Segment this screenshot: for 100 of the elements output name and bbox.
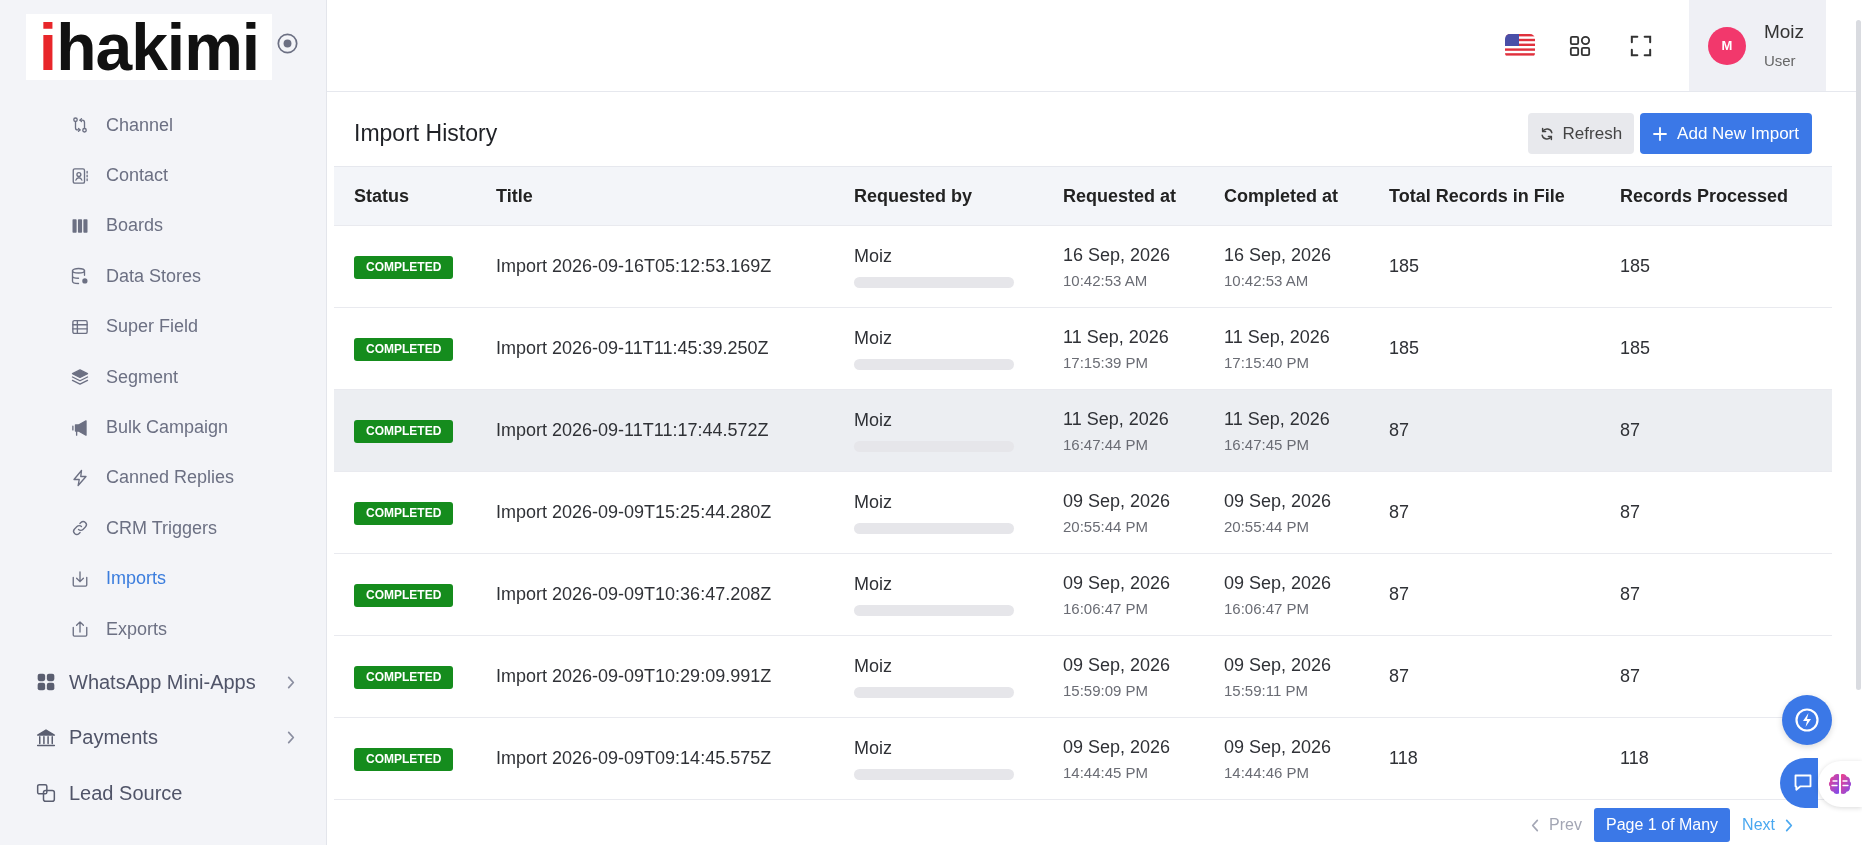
table-cell-text: 87 bbox=[1619, 502, 1641, 523]
grid-icon[interactable] bbox=[1568, 34, 1591, 57]
table-cell-text: 87 bbox=[1619, 420, 1641, 441]
table-cell-text: 87 bbox=[1388, 666, 1410, 687]
date-text: 11 Sep, 2026 bbox=[1063, 407, 1169, 430]
sidebar-item[interactable]: Exports bbox=[0, 603, 326, 655]
sidebar-item[interactable]: Contact bbox=[0, 150, 326, 201]
table-cell-text: Import 2026-09-09T10:29:09.991Z bbox=[495, 666, 772, 687]
sidebar-item[interactable]: WhatsApp Mini-Apps bbox=[0, 654, 326, 710]
assistant-tab[interactable] bbox=[1818, 761, 1862, 807]
table-cell-text: 87 bbox=[1388, 584, 1410, 605]
column-header: Completed at bbox=[1223, 185, 1339, 207]
upload-icon bbox=[71, 620, 89, 639]
table-cell-text: 118 bbox=[1619, 748, 1649, 769]
time-text: 10:42:53 AM bbox=[1063, 271, 1148, 290]
table-cell-text: 185 bbox=[1388, 338, 1420, 359]
download-icon bbox=[71, 569, 89, 588]
sidebar-item[interactable]: Canned Replies bbox=[0, 452, 326, 504]
column-header: Status bbox=[353, 185, 410, 207]
table-cell-text: Import 2026-09-09T15:25:44.280Z bbox=[495, 502, 772, 523]
sidebar-item[interactable]: Super Field bbox=[0, 301, 326, 352]
megaphone-icon bbox=[71, 418, 89, 437]
apps-grid-icon bbox=[36, 672, 56, 693]
column-header: Total Records in File bbox=[1388, 185, 1566, 207]
requester-name: Moiz bbox=[854, 245, 892, 267]
add-import-button[interactable]: Add New Import bbox=[1640, 113, 1812, 154]
date-text: 09 Sep, 2026 bbox=[1224, 571, 1332, 594]
table-cell-text: 185 bbox=[1619, 256, 1651, 277]
date-text: 09 Sep, 2026 bbox=[1063, 735, 1171, 758]
table-cell-text: Import 2026-09-09T09:14:45.575Z bbox=[495, 748, 772, 769]
sidebar-item[interactable]: Data Stores bbox=[0, 251, 326, 302]
time-text: 14:44:45 PM bbox=[1063, 763, 1149, 782]
logo[interactable]: ihakimi bbox=[26, 14, 272, 80]
time-text: 16:47:45 PM bbox=[1224, 435, 1310, 454]
sidebar-item[interactable]: Imports bbox=[0, 553, 326, 604]
column-header: Requested at bbox=[1062, 185, 1178, 207]
page-title: Import History bbox=[354, 120, 498, 147]
link-icon bbox=[71, 519, 89, 538]
requester-name: Moiz bbox=[854, 409, 892, 431]
requester-name: Moiz bbox=[854, 491, 892, 513]
user-menu[interactable]: M Moiz User bbox=[1688, 0, 1826, 91]
chat-icon bbox=[1793, 773, 1813, 793]
flag-icon[interactable] bbox=[1504, 33, 1535, 58]
table-cell-text: 87 bbox=[1619, 584, 1641, 605]
sidebar-item[interactable]: Payments bbox=[0, 709, 326, 766]
columns-icon bbox=[71, 216, 89, 235]
bank-icon bbox=[36, 727, 56, 748]
next-link[interactable]: Next bbox=[1742, 816, 1775, 834]
time-text: 17:15:40 PM bbox=[1224, 353, 1310, 372]
database-icon bbox=[71, 267, 89, 286]
time-text: 16:06:47 PM bbox=[1224, 599, 1310, 618]
table-cell-text: 185 bbox=[1388, 256, 1420, 277]
sidebar-item[interactable]: Segment bbox=[0, 351, 326, 403]
time-text: 16:06:47 PM bbox=[1063, 599, 1149, 618]
date-text: 11 Sep, 2026 bbox=[1224, 407, 1330, 430]
lightning-icon bbox=[1795, 708, 1819, 732]
sidebar-item[interactable]: CRM Triggers bbox=[0, 503, 326, 554]
time-text: 20:55:44 PM bbox=[1224, 517, 1310, 536]
contact-card-icon bbox=[71, 166, 89, 185]
date-text: 09 Sep, 2026 bbox=[1063, 653, 1171, 676]
date-text: 16 Sep, 2026 bbox=[1224, 243, 1332, 266]
refresh-button[interactable]: Refresh bbox=[1527, 113, 1635, 154]
column-header: Title bbox=[495, 185, 534, 207]
sidebar-item[interactable]: Lead Source bbox=[0, 765, 326, 821]
status-badge: COMPLETED bbox=[354, 255, 454, 279]
status-badge: COMPLETED bbox=[354, 583, 454, 607]
table-cell-text: 87 bbox=[1619, 666, 1641, 687]
date-text: 16 Sep, 2026 bbox=[1063, 243, 1171, 266]
current-page-button[interactable]: Page 1 of Many bbox=[1594, 808, 1731, 842]
time-text: 15:59:11 PM bbox=[1224, 681, 1308, 700]
requester-name: Moiz bbox=[854, 573, 892, 595]
date-text: 09 Sep, 2026 bbox=[1063, 571, 1171, 594]
status-badge: COMPLETED bbox=[354, 501, 454, 525]
column-header: Requested by bbox=[853, 185, 974, 207]
sidebar-item[interactable]: Boards bbox=[0, 200, 326, 252]
sidebar-item[interactable]: Channel bbox=[0, 100, 326, 151]
refresh-icon bbox=[1539, 126, 1554, 141]
table-cell-text: 87 bbox=[1388, 502, 1410, 523]
layers-icon bbox=[71, 368, 89, 387]
table-cell-text: 118 bbox=[1388, 748, 1418, 769]
chevron-right-icon[interactable] bbox=[1785, 818, 1793, 832]
time-text: 17:15:39 PM bbox=[1063, 353, 1149, 372]
status-badge: COMPLETED bbox=[354, 747, 454, 771]
date-text: 09 Sep, 2026 bbox=[1224, 653, 1332, 676]
fullscreen-icon[interactable] bbox=[1629, 34, 1652, 57]
overlapping-squares-icon bbox=[36, 783, 56, 804]
table-cell-text: Import 2026-09-09T10:36:47.208Z bbox=[495, 584, 772, 605]
user-name: Moiz bbox=[1763, 19, 1804, 44]
requester-name: Moiz bbox=[854, 327, 892, 349]
status-badge: COMPLETED bbox=[354, 337, 454, 361]
avatar: M bbox=[1707, 26, 1746, 65]
status-badge: COMPLETED bbox=[354, 665, 454, 689]
table-cell-text: Import 2026-09-11T11:17:44.572Z bbox=[495, 420, 769, 441]
brain-icon bbox=[1828, 773, 1852, 795]
time-text: 10:42:53 AM bbox=[1224, 271, 1309, 290]
date-text: 09 Sep, 2026 bbox=[1224, 735, 1332, 758]
scrollbar-thumb[interactable] bbox=[1856, 20, 1861, 690]
lightning-icon bbox=[71, 468, 89, 487]
sidebar-item[interactable]: Bulk Campaign bbox=[0, 402, 326, 453]
circle-dot-icon[interactable] bbox=[277, 33, 298, 54]
